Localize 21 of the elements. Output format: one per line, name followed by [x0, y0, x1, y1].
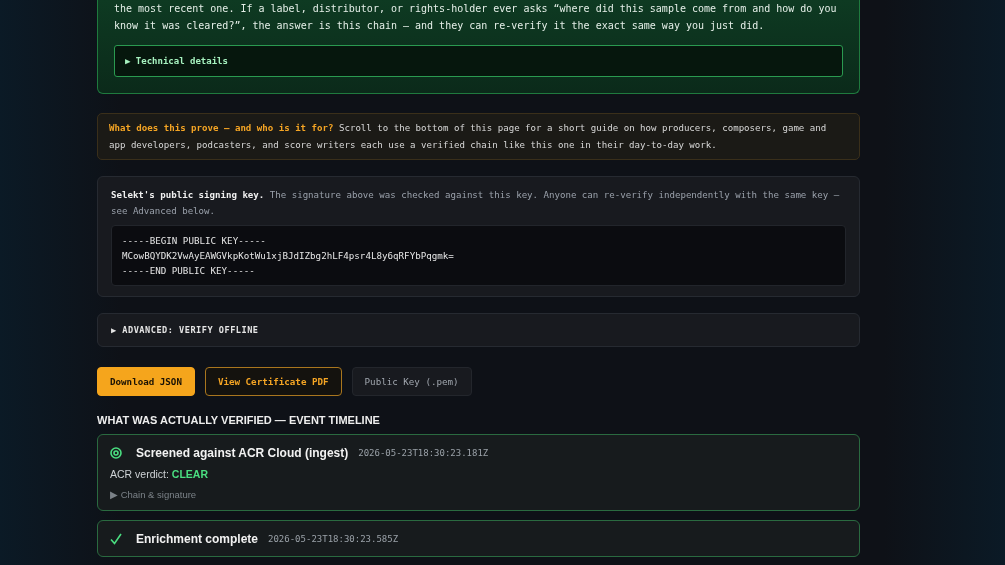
- verdict-label: ACR verdict:: [110, 468, 169, 480]
- timeline-heading: WHAT WAS ACTUALLY VERIFIED — EVENT TIMELINE: [97, 414, 381, 426]
- public-key-line: -----BEGIN PUBLIC KEY-----: [122, 234, 267, 248]
- verdict-value: CLEAR: [171, 468, 209, 480]
- check-icon: [110, 533, 122, 545]
- advanced-verify-toggle[interactable]: ▶ ADVANCED: VERIFY OFFLINE: [97, 313, 860, 347]
- event-title: Screened against ACR Cloud (ingest): [136, 446, 349, 460]
- target-icon: [110, 447, 122, 459]
- key-button[interactable]: Public Key (.pem): [351, 367, 472, 396]
- event-timestamp: 2026-05-23T18:30:23.585Z: [268, 534, 399, 544]
- public-key-line: -----END PUBLIC KEY-----: [122, 264, 256, 278]
- event-timestamp: 2026-05-23T18:30:23.181Z: [358, 448, 489, 458]
- download-button[interactable]: Download JSON: [97, 367, 195, 396]
- signing-key-description: Selekt's public signing key. The signature above was checked against this key. Anyone can re-verify independently with the same key — see Advanced below.: [111, 189, 841, 218]
- technical-details-toggle[interactable]: ▶ Technical details: [114, 45, 843, 77]
- intro-paragraph: the most recent one. If a label, distributor, or rights-holder ever asks “where did this sample come from and how do you know it was cleared?”, the answer is this chain — and they can re-verify it the exact same way you just did.: [114, 2, 838, 33]
- view-button[interactable]: View Certificate PDF: [204, 367, 342, 396]
- chain-signature-toggle[interactable]: ▶ Chain & signature: [110, 489, 197, 500]
- event-title: Enrichment complete: [136, 532, 259, 546]
- note-paragraph: What does this prove — and who is it for? Scroll to the bottom of this page for a short guide on how producers, composers, game and app developers, podcasters, and score writers each use a verified chain like this one in their day-to-day work.: [97, 113, 860, 160]
- public-key-line: MCowBQYDK2VwAyEAWGVkpKotWu1xjBJdIZbg2hLF4psr4L8y6qRFYbPqgmk=: [122, 249, 455, 263]
